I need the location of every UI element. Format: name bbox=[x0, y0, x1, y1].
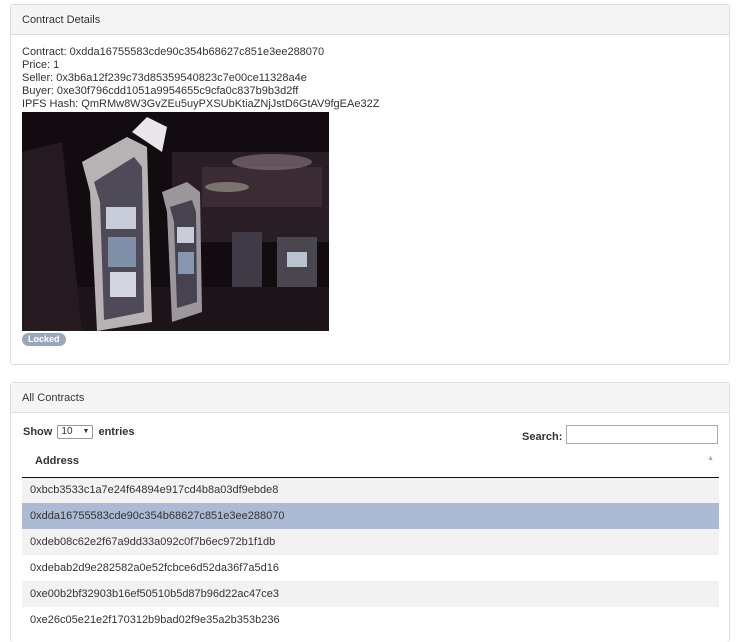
item-photo bbox=[22, 112, 329, 331]
address-cell: 0xdda16755583cde90c354b68627c851e3ee2880… bbox=[22, 503, 719, 529]
table-row[interactable]: 0xe00b2bf32903b16ef50510b5d87b96d22ac47c… bbox=[22, 581, 719, 607]
contract-seller: Seller: 0x3b6a12f239c73d85359540823c7e00… bbox=[22, 72, 307, 84]
contract-address: Contract: 0xdda16755583cde90c354b68627c8… bbox=[22, 46, 325, 58]
search-input[interactable] bbox=[566, 425, 718, 444]
entries-select[interactable]: 10 ▼ bbox=[57, 425, 94, 439]
contract-details-body: Contract: 0xdda16755583cde90c354b68627c8… bbox=[11, 35, 729, 346]
address-column-header[interactable]: Address ▲ bbox=[22, 446, 719, 478]
show-label: Show bbox=[23, 426, 53, 438]
contracts-table: Address ▲ 0xbcb3533c1a7e24f64894e917cd4b… bbox=[22, 446, 719, 633]
contract-price: Price: 1 bbox=[22, 59, 60, 71]
search-label: Search: bbox=[522, 431, 563, 443]
table-row[interactable]: 0xbcb3533c1a7e24f64894e917cd4b8a03df9ebd… bbox=[22, 477, 719, 503]
contract-details-heading: Contract Details bbox=[11, 5, 729, 35]
table-row[interactable]: 0xdeb08c62e2f67a9dd33a092c0f7b6ec972b1f1… bbox=[22, 529, 719, 555]
table-row-selected[interactable]: 0xdda16755583cde90c354b68627c851e3ee2880… bbox=[22, 503, 719, 529]
table-row[interactable]: 0xe26c05e21e2f170312b9bad02f9e35a2b353b2… bbox=[22, 607, 719, 633]
status-badge: Locked bbox=[22, 333, 66, 346]
chevron-down-icon: ▼ bbox=[82, 428, 90, 435]
address-cell: 0xbcb3533c1a7e24f64894e917cd4b8a03df9ebd… bbox=[22, 477, 719, 503]
contract-ipfs-hash: IPFS Hash: QmRMw8W3GvZEu5uyPXSUbKtiaZNjJ… bbox=[22, 98, 380, 110]
entries-select-value: 10 bbox=[61, 426, 73, 437]
sort-asc-icon: ▲ bbox=[707, 455, 714, 462]
contract-details-panel: Contract Details Contract: 0xdda16755583… bbox=[10, 4, 730, 365]
table-header-row: Address ▲ bbox=[22, 446, 719, 478]
address-column-label: Address bbox=[35, 455, 80, 468]
address-cell: 0xe00b2bf32903b16ef50510b5d87b96d22ac47c… bbox=[22, 581, 719, 607]
contract-buyer: Buyer: 0xe30f796cdd1051a9954655c9cfa0c83… bbox=[22, 85, 299, 97]
all-contracts-heading: All Contracts bbox=[11, 383, 729, 413]
address-cell: 0xe26c05e21e2f170312b9bad02f9e35a2b353b2… bbox=[22, 607, 719, 633]
entries-label: entries bbox=[98, 426, 135, 438]
all-contracts-panel: All Contracts Show 10 ▼ entries Search: … bbox=[10, 382, 730, 642]
address-cell: 0xdebab2d9e282582a0e52fcbce6d52da36f7a5d… bbox=[22, 555, 719, 581]
address-cell: 0xdeb08c62e2f67a9dd33a092c0f7b6ec972b1f1… bbox=[22, 529, 719, 555]
table-row[interactable]: 0xdebab2d9e282582a0e52fcbce6d52da36f7a5d… bbox=[22, 555, 719, 581]
entries-length-control: Show 10 ▼ entries bbox=[23, 425, 135, 439]
